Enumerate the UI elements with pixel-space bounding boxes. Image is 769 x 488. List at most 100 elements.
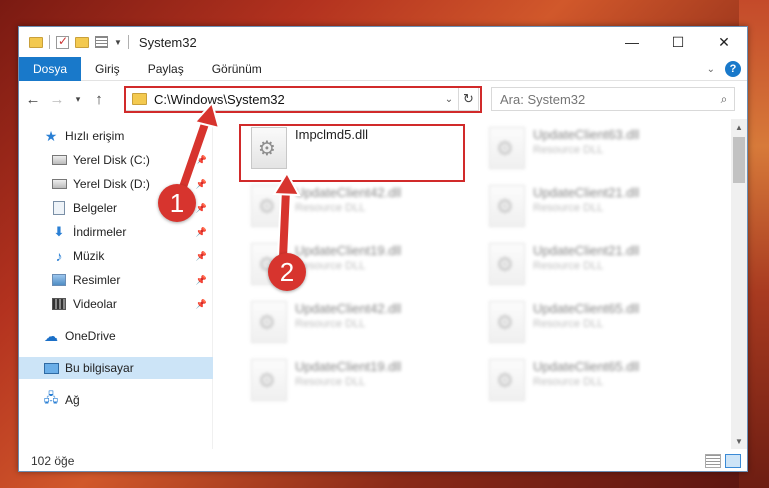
step-2-badge: 2: [268, 253, 306, 291]
sidebar-item-this-pc[interactable]: Bu bilgisayar: [19, 357, 213, 379]
sidebar-item-label: İndirmeler: [73, 225, 127, 239]
maximize-button[interactable]: ☐: [655, 27, 701, 57]
file-type: Resource DLL: [295, 202, 366, 214]
file-name: UpdateClient42.dll: [295, 185, 402, 200]
sidebar-item-downloads[interactable]: ⬇ İndirmeler 📌: [19, 221, 213, 243]
disk-icon: [51, 155, 67, 165]
search-icon[interactable]: ⌕: [714, 92, 734, 107]
sidebar-item-label: Videolar: [73, 297, 117, 311]
file-item[interactable]: UpdateClient65.dll Resource DLL: [481, 355, 711, 411]
toolbar-divider: [49, 35, 50, 49]
sidebar-item-label: Resimler: [73, 273, 121, 287]
pin-icon[interactable]: 📌: [196, 203, 207, 214]
file-item[interactable]: UpdateClient21.dll Resource DLL: [481, 181, 711, 237]
pin-icon[interactable]: 📌: [196, 251, 207, 262]
dll-file-icon: [251, 359, 287, 401]
videos-icon: [52, 298, 66, 310]
sidebar-item-music[interactable]: ♪ Müzik 📌: [19, 245, 213, 267]
scroll-thumb[interactable]: [733, 137, 745, 183]
sidebar-item-onedrive[interactable]: ☁ OneDrive: [19, 325, 213, 347]
pin-icon[interactable]: 📌: [196, 227, 207, 238]
ribbon-right-controls: ⌄ ?: [707, 61, 741, 77]
tab-gorunum[interactable]: Görünüm: [198, 57, 276, 81]
dll-file-icon: [489, 301, 525, 343]
pin-icon[interactable]: 📌: [196, 155, 207, 166]
pin-icon[interactable]: 📌: [196, 299, 207, 310]
file-name: UpdateClient63.dll: [533, 127, 640, 142]
file-item[interactable]: UpdateClient42.dll Resource DLL: [243, 297, 473, 353]
file-name: UpdateClient65.dll: [533, 301, 640, 316]
window-title: System32: [138, 34, 197, 50]
documents-icon: [53, 201, 65, 215]
file-type: Resource DLL: [533, 318, 604, 330]
minimize-button[interactable]: —: [609, 27, 655, 57]
file-name: UpdateClient42.dll: [295, 301, 402, 316]
download-icon: ⬇: [53, 224, 65, 239]
properties-check-icon[interactable]: [56, 34, 69, 49]
sidebar-item-label: Yerel Disk (D:): [73, 177, 150, 191]
file-name: UpdateClient65.dll: [533, 359, 640, 374]
file-name: UpdateClient19.dll: [295, 359, 402, 374]
file-type: Resource DLL: [533, 202, 604, 214]
search-input[interactable]: [500, 91, 714, 107]
dll-file-icon: [251, 301, 287, 343]
properties-icon[interactable]: [95, 36, 108, 48]
expand-ribbon-chevron-icon[interactable]: ⌄: [707, 64, 715, 75]
new-folder-icon[interactable]: [75, 36, 89, 48]
dll-file-icon: [251, 185, 287, 227]
scroll-up-icon[interactable]: ▲: [731, 119, 747, 135]
dll-file-icon: [489, 127, 525, 169]
network-icon: 🖧: [43, 390, 59, 405]
file-type: Resource DLL: [533, 144, 604, 156]
file-item-impclmd5[interactable]: Impclmd5.dll: [243, 123, 473, 179]
status-bar: 102 öğe: [19, 451, 747, 471]
file-item[interactable]: UpdateClient21.dll Resource DLL: [481, 239, 711, 295]
file-item[interactable]: UpdateClient65.dll Resource DLL: [481, 297, 711, 353]
address-bar[interactable]: C:\Windows\System32 ⌄ ↻: [125, 87, 479, 111]
tab-dosya[interactable]: Dosya: [19, 56, 82, 81]
file-name: Impclmd5.dll: [295, 127, 368, 142]
address-dropdown-icon[interactable]: ⌄: [440, 94, 458, 105]
file-type: Resource DLL: [533, 260, 604, 272]
star-icon: ★: [44, 127, 58, 144]
forward-arrow-icon[interactable]: →: [47, 89, 67, 109]
scroll-down-icon[interactable]: ▼: [731, 433, 747, 449]
step-1-badge: 1: [158, 184, 196, 222]
customize-toolbar-dropdown-icon[interactable]: ▼: [114, 38, 122, 47]
recent-locations-chevron-icon[interactable]: ▾: [71, 89, 85, 109]
folder-icon: [29, 36, 43, 48]
tab-paylas[interactable]: Paylaş: [134, 57, 198, 81]
view-toggle: [705, 454, 741, 468]
file-type: Resource DLL: [295, 260, 366, 272]
close-button[interactable]: ✕: [701, 27, 747, 57]
help-icon[interactable]: ?: [725, 61, 741, 77]
file-item[interactable]: UpdateClient63.dll Resource DLL: [481, 123, 711, 179]
back-arrow-icon[interactable]: ←: [23, 89, 43, 109]
item-count: 102 öğe: [31, 454, 75, 468]
address-path[interactable]: C:\Windows\System32: [154, 92, 440, 107]
sidebar-item-videos[interactable]: Videolar 📌: [19, 293, 213, 315]
sidebar-item-pictures[interactable]: Resimler 📌: [19, 269, 213, 291]
navigation-bar: ← → ▾ ↑ C:\Windows\System32 ⌄ ↻ ⌕: [19, 85, 747, 113]
vertical-scrollbar[interactable]: ▲ ▼: [731, 119, 747, 449]
sidebar-item-quick-access[interactable]: ★ Hızlı erişim: [19, 125, 213, 147]
computer-icon: [43, 362, 59, 374]
sidebar-item-network[interactable]: 🖧 Ağ: [19, 389, 213, 411]
file-explorer-window: ▼ System32 — ☐ ✕ Dosya Giriş Paylaş Görü…: [18, 26, 748, 472]
pin-icon[interactable]: 📌: [196, 275, 207, 286]
toolbar-divider: [127, 35, 129, 49]
tab-giris[interactable]: Giriş: [81, 57, 134, 81]
pin-icon[interactable]: 📌: [196, 179, 207, 190]
dll-file-icon: [251, 127, 287, 169]
sidebar-item-label: Belgeler: [73, 201, 118, 215]
up-arrow-icon[interactable]: ↑: [89, 89, 109, 109]
file-item[interactable]: UpdateClient19.dll Resource DLL: [243, 355, 473, 411]
file-item[interactable]: UpdateClient42.dll Resource DLL: [243, 181, 473, 237]
dll-file-icon: [489, 243, 525, 285]
details-view-icon[interactable]: [705, 454, 721, 468]
sidebar-item-local-disk-c[interactable]: Yerel Disk (C:) 📌: [19, 149, 213, 171]
cloud-icon: ☁: [44, 327, 58, 344]
search-box[interactable]: ⌕: [491, 87, 735, 111]
refresh-icon[interactable]: ↻: [458, 88, 478, 110]
large-icons-view-icon[interactable]: [725, 454, 741, 468]
